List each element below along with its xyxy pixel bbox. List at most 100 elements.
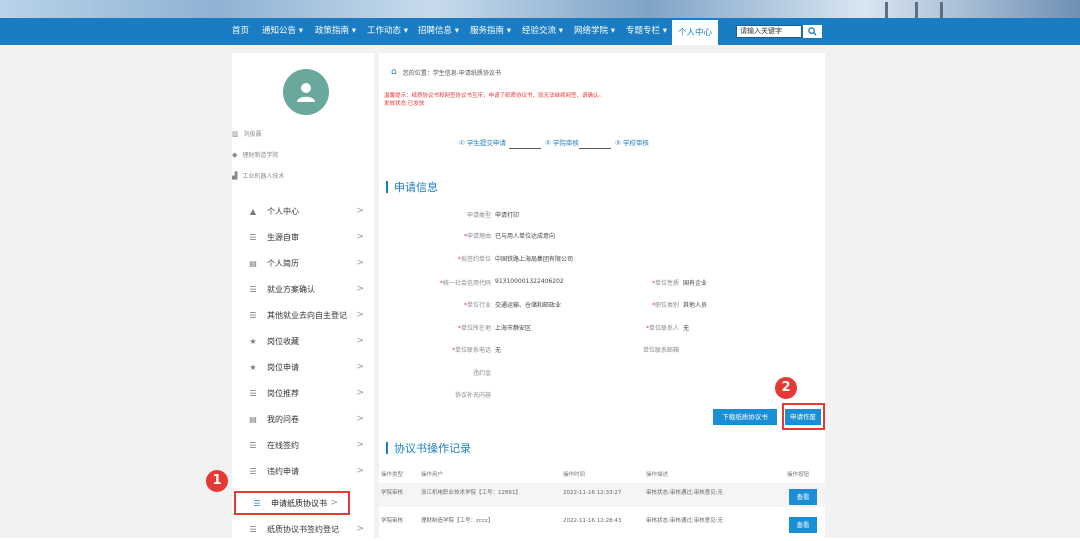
search-icon — [808, 27, 817, 36]
field-location: *单位所在地 上海市静安区 — [457, 325, 532, 332]
graduation-cap-icon: ◆ — [232, 150, 238, 159]
download-agreement-button[interactable]: 下载纸质协议书 — [713, 409, 777, 425]
step-divider — [509, 148, 541, 149]
avatar — [283, 69, 329, 115]
sidebar-item-resume[interactable]: ▤ 个人简历 > — [232, 251, 374, 275]
top-banner — [0, 0, 1080, 18]
tip-text: 温馨提示：纸质协议书和网签协议书互斥，申请了纸质协议书，就无法继续网签，请确认。 — [384, 93, 605, 99]
banner-decoration — [940, 2, 943, 18]
view-button[interactable]: 查看 — [789, 489, 817, 505]
profile-name: ▥ 刘俊晨 — [232, 129, 262, 139]
field-supplement: 协议补充内容 — [454, 392, 491, 399]
banner-decoration — [885, 2, 888, 18]
view-button[interactable]: 查看 — [789, 517, 817, 533]
sidebar-item-questionnaire[interactable]: ▤ 我的问卷 > — [232, 407, 374, 431]
field-penalty: 违约金 — [472, 370, 491, 377]
field-position-type: *职位类别 其他人员 — [651, 302, 708, 309]
star-icon: ★ — [249, 362, 257, 372]
sidebar-item-job-favorites[interactable]: ★ 岗位收藏 > — [232, 329, 374, 353]
sidebar-item-job-recommend[interactable]: ☰ 岗位推荐 > — [232, 381, 374, 405]
sidebar-item-paper-agreement[interactable]: ☰ 申请纸质协议书 > — [234, 491, 350, 515]
search-button[interactable] — [803, 25, 822, 38]
main-content: ⌂ 您的位置：学生信息-申请纸质协议书 温馨提示：纸质协议书和网签协议书互斥，申… — [379, 53, 825, 538]
records-table-header: 操作类型 操作用户 操作时间 操作描述 操作按钮 — [379, 470, 825, 484]
nav-policy[interactable]: 政策指南 ▾ — [315, 18, 356, 45]
step-college-review: ② 学院审核 — [545, 139, 579, 147]
col-op-time: 操作时间 — [563, 472, 586, 478]
step-badge-2: 2 — [775, 377, 797, 399]
doc-icon: ▤ — [249, 258, 257, 268]
step-badge-1: 1 — [206, 470, 228, 492]
sidebar-item-employment-plan[interactable]: ☰ 就业方案确认 > — [232, 277, 374, 301]
banner-decoration — [915, 2, 918, 18]
sidebar-item-paper-registration[interactable]: ☰ 纸质协议书签约登记 > — [232, 517, 374, 541]
chevron-right-icon: > — [356, 310, 364, 320]
chevron-right-icon: > — [356, 258, 364, 268]
user-avatar-icon — [297, 83, 315, 102]
field-contact: *单位联系人 无 — [645, 325, 690, 332]
list-icon: ☰ — [253, 498, 261, 508]
field-reason: *申请理由 已与用人单位达成意向 — [463, 233, 556, 240]
nav-service[interactable]: 服务指南 ▾ — [470, 18, 511, 45]
nav-topics[interactable]: 专题专栏 ▾ — [626, 18, 667, 45]
table-row: 学院审核 浙江机电职业技术学院【工号：12861】 2022-11-16 12:… — [379, 483, 825, 507]
list-icon: ☰ — [249, 310, 257, 320]
field-apply-type: 申请类型 申请打印 — [466, 212, 520, 219]
list-icon: ☰ — [249, 388, 257, 398]
field-unit-nature: *单位性质 国有企业 — [651, 280, 708, 287]
chevron-right-icon: > — [356, 336, 364, 346]
chevron-right-icon: > — [330, 498, 338, 508]
col-op-type: 操作类型 — [381, 472, 404, 478]
field-phone: *单位联系电话 无 — [451, 347, 502, 354]
search-input[interactable]: 请输入关键字 — [736, 25, 802, 38]
nav-home[interactable]: 首页 — [232, 18, 249, 45]
sidebar-item-source-review[interactable]: ☰ 生源自审 > — [232, 225, 374, 249]
issue-status: 发放状态:已发放 — [384, 101, 425, 107]
section-bar — [386, 442, 388, 454]
nav-news[interactable]: 工作动态 ▾ — [367, 18, 408, 45]
nav-notices[interactable]: 通知公告 ▾ — [262, 18, 303, 45]
chevron-right-icon: > — [356, 440, 364, 450]
field-unit: *拟签约单位 中国铁路上海局集团有限公司 — [457, 256, 574, 263]
field-email: 单位联系邮箱 — [642, 347, 679, 354]
section-title-records: 协议书操作记录 — [386, 440, 471, 456]
step-divider — [579, 148, 611, 149]
home-icon: ⌂ — [391, 67, 397, 77]
field-credit-code: *统一社会信用代码 91310000132240620​2 — [439, 278, 564, 287]
section-title-apply-info: 申请信息 — [386, 179, 438, 195]
col-op-desc: 操作描述 — [646, 472, 669, 478]
table-row: 学院审核 理财制造学院【工号：zccz】 2022-11-16 12:28:43… — [379, 511, 825, 535]
chevron-right-icon: > — [356, 466, 364, 476]
nav-experience[interactable]: 经验交流 ▾ — [522, 18, 563, 45]
col-op-user: 操作用户 — [421, 472, 444, 478]
profile-major: ▟ 工业机器人技术 — [232, 171, 285, 181]
sidebar-item-other-employment[interactable]: ☰ 其他就业去向自主登记 > — [232, 303, 374, 327]
profile-college: ◆ 理财制造学院 — [232, 150, 279, 160]
nav-online-college[interactable]: 网络学院 ▾ — [574, 18, 615, 45]
doc-icon: ▤ — [249, 414, 257, 424]
field-industry: *单位行业 交通运输、仓储和邮政业 — [463, 302, 562, 309]
section-bar — [386, 181, 388, 193]
list-icon: ☰ — [249, 440, 257, 450]
sidebar-item-breach[interactable]: ☰ 违约申请 > — [232, 459, 374, 483]
sidebar: ▥ 刘俊晨 ◆ 理财制造学院 ▟ 工业机器人技术 ▲ 个人中心 > ☰ 生源自审… — [232, 53, 374, 538]
chart-icon: ▟ — [232, 171, 238, 180]
nav-personal-center[interactable]: 个人中心 — [672, 18, 719, 45]
sidebar-item-personal-center[interactable]: ▲ 个人中心 > — [232, 199, 374, 223]
building-icon: ▥ — [232, 129, 239, 138]
list-icon: ☰ — [249, 466, 257, 476]
list-icon: ☰ — [249, 284, 257, 294]
breadcrumb: ⌂ 您的位置：学生信息-申请纸质协议书 — [391, 67, 501, 77]
chevron-right-icon: > — [356, 206, 364, 216]
chevron-right-icon: > — [356, 284, 364, 294]
chevron-right-icon: > — [356, 414, 364, 424]
chevron-right-icon: > — [356, 388, 364, 398]
main-navbar: 首页 通知公告 ▾ 政策指南 ▾ 工作动态 ▾ 招聘信息 ▾ 服务指南 ▾ 经验… — [0, 18, 1080, 45]
star-icon: ★ — [249, 336, 257, 346]
sidebar-item-job-applications[interactable]: ★ 岗位申请 > — [232, 355, 374, 379]
apply-cancel-button[interactable]: 申请作废 — [785, 409, 821, 425]
col-op-button: 操作按钮 — [787, 472, 810, 478]
nav-jobs[interactable]: 招聘信息 ▾ — [418, 18, 459, 45]
chevron-right-icon: > — [356, 362, 364, 372]
sidebar-item-online-signing[interactable]: ☰ 在线签约 > — [232, 433, 374, 457]
